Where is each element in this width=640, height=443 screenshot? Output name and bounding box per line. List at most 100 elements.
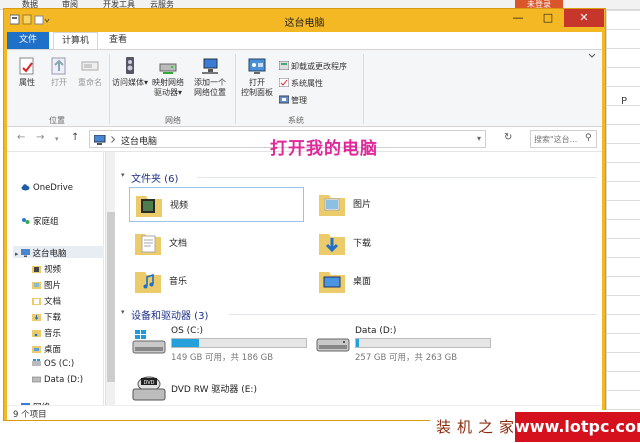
ribbon-expand-button[interactable]: [585, 52, 599, 62]
uninstall-program-button[interactable]: 卸载或更改程序: [279, 61, 347, 72]
this-pc-small-icon: [94, 135, 116, 145]
scrollbar-thumb[interactable]: [107, 212, 115, 382]
search-icon[interactable]: ⚲: [585, 133, 592, 143]
documents-folder-icon: [135, 234, 161, 255]
nav-homegroup[interactable]: 家庭组: [21, 215, 59, 227]
map-network-drive-button[interactable]: 映射网络 驱动器▾: [150, 56, 186, 98]
nav-onedrive[interactable]: OneDrive: [21, 183, 73, 193]
chevron-down-icon: [588, 53, 596, 58]
title-bar[interactable]: 这台电脑 — □ ✕: [4, 9, 605, 32]
folder-label: 视频: [170, 201, 189, 211]
drive-usage-bar: [355, 338, 491, 348]
drive-c[interactable]: OS (C:) 149 GB 可用，共 186 GB: [131, 326, 311, 366]
open-label: 打开: [51, 78, 67, 87]
up-button[interactable]: ↑: [71, 132, 79, 143]
ribbon-separator: [363, 54, 364, 124]
nav-item-pictures[interactable]: 图片: [32, 279, 61, 291]
nav-thispc[interactable]: ▸ 这台电脑: [15, 247, 67, 259]
nav-item-downloads[interactable]: 下载: [32, 311, 61, 323]
section-divider: [197, 177, 597, 178]
properties-button[interactable]: 属性: [13, 56, 41, 88]
drive-name: Data (D:): [355, 326, 397, 336]
access-media-button[interactable]: 访问媒体▾: [112, 56, 148, 88]
tab-computer[interactable]: 计算机: [53, 32, 99, 50]
folders-section-header[interactable]: 文件夹 (6): [131, 170, 178, 185]
downloads-folder-icon: [32, 314, 41, 321]
uninstall-icon: [279, 61, 289, 70]
rename-label: 重命名: [78, 78, 102, 87]
folder-pictures[interactable]: 图片: [313, 187, 488, 222]
column-header-p: P: [621, 96, 628, 107]
group-location: 位置: [49, 116, 65, 125]
rename-icon: [81, 61, 99, 71]
section-divider: [229, 314, 597, 315]
folder-desktop[interactable]: 桌面: [313, 264, 488, 299]
open-button[interactable]: 打开: [45, 56, 73, 88]
nav-item-drive-d[interactable]: Data (D:): [32, 375, 83, 385]
folder-label: 文档: [169, 239, 188, 249]
drive-name: DVD RW 驱动器 (E:): [171, 385, 257, 395]
drive-usage-fill: [356, 339, 359, 347]
chevron-down-icon[interactable]: ▸: [15, 250, 19, 258]
nav-thispc-label: 这台电脑: [32, 249, 67, 259]
nav-item-video[interactable]: 视频: [32, 263, 61, 275]
music-folder-icon: [135, 272, 161, 293]
maximize-button[interactable]: □: [534, 9, 562, 27]
control-panel-button[interactable]: 打开 控制面板: [239, 56, 275, 98]
explorer-window: 这台电脑 — □ ✕ 文件 计算机 查看 属性 打开 重命名 位置 访问媒体▾: [3, 8, 606, 421]
nav-item-drive-c[interactable]: OS (C:): [32, 359, 74, 369]
back-button[interactable]: ←: [17, 132, 25, 143]
add-location-label-1: 添加一个: [194, 78, 226, 87]
open-icon: [51, 57, 66, 75]
folder-label: 图片: [353, 200, 372, 210]
nav-item-desktop[interactable]: 桌面: [32, 343, 61, 355]
add-network-location-button[interactable]: 添加一个 网络位置: [190, 56, 230, 98]
forward-button[interactable]: →: [36, 132, 44, 143]
folder-documents[interactable]: 文档: [129, 226, 304, 261]
properties-label: 属性: [19, 78, 35, 87]
windows-drive-icon: [32, 359, 41, 366]
chevron-down-icon[interactable]: ▾: [121, 308, 125, 316]
manage-icon: [279, 95, 289, 104]
video-folder-icon: [32, 266, 41, 273]
map-drive-icon: [159, 63, 177, 74]
address-dropdown-button[interactable]: ▾: [477, 134, 481, 143]
tab-file[interactable]: 文件: [7, 32, 50, 49]
manage-button[interactable]: 管理: [279, 95, 307, 106]
folder-video[interactable]: 视频: [129, 187, 304, 222]
control-panel-icon: [248, 58, 266, 74]
nav-item-label: 音乐: [44, 329, 62, 339]
watermark-right: www.lotpc.com: [515, 412, 640, 442]
ribbon: 属性 打开 重命名 位置 访问媒体▾ 映射网络 驱动器▾ 添加一个 网络位置 网…: [7, 49, 602, 127]
tab-view[interactable]: 查看: [101, 32, 135, 49]
nav-scrollbar[interactable]: [105, 152, 115, 406]
minimize-button[interactable]: —: [504, 9, 532, 27]
dvd-badge: DVD: [143, 380, 154, 386]
nav-item-music[interactable]: 音乐: [32, 327, 61, 339]
recent-locations-button[interactable]: ▾: [55, 135, 59, 143]
nav-item-label: 下载: [44, 313, 62, 323]
drive-status: 257 GB 可用，共 263 GB: [355, 353, 458, 363]
rename-button[interactable]: 重命名: [75, 56, 105, 88]
homegroup-icon: [22, 218, 30, 224]
drive-d[interactable]: Data (D:) 257 GB 可用，共 263 GB: [315, 326, 495, 366]
ribbon-separator: [109, 54, 110, 124]
group-network: 网络: [165, 116, 181, 125]
computer-icon: [20, 249, 30, 257]
folder-music[interactable]: 音乐: [129, 264, 304, 299]
item-count: 9 个项目: [13, 410, 47, 420]
close-button[interactable]: ✕: [564, 9, 604, 27]
group-system: 系统: [288, 116, 304, 125]
drives-section-header[interactable]: 设备和驱动器 (3): [131, 307, 208, 322]
folder-downloads[interactable]: 下载: [313, 226, 488, 261]
spreadsheet-grid: [606, 10, 640, 443]
access-media-label: 访问媒体: [112, 78, 144, 87]
control-panel-label-2: 控制面板: [241, 88, 273, 97]
chevron-down-icon[interactable]: ▾: [121, 171, 125, 179]
system-properties-button[interactable]: 系统属性: [279, 78, 323, 89]
nav-item-label: 图片: [44, 281, 62, 291]
refresh-button[interactable]: ↻: [504, 132, 512, 143]
nav-item-documents[interactable]: 文档: [32, 295, 61, 307]
ribbon-separator: [235, 54, 236, 124]
map-drive-label-2: 驱动器: [153, 88, 178, 97]
